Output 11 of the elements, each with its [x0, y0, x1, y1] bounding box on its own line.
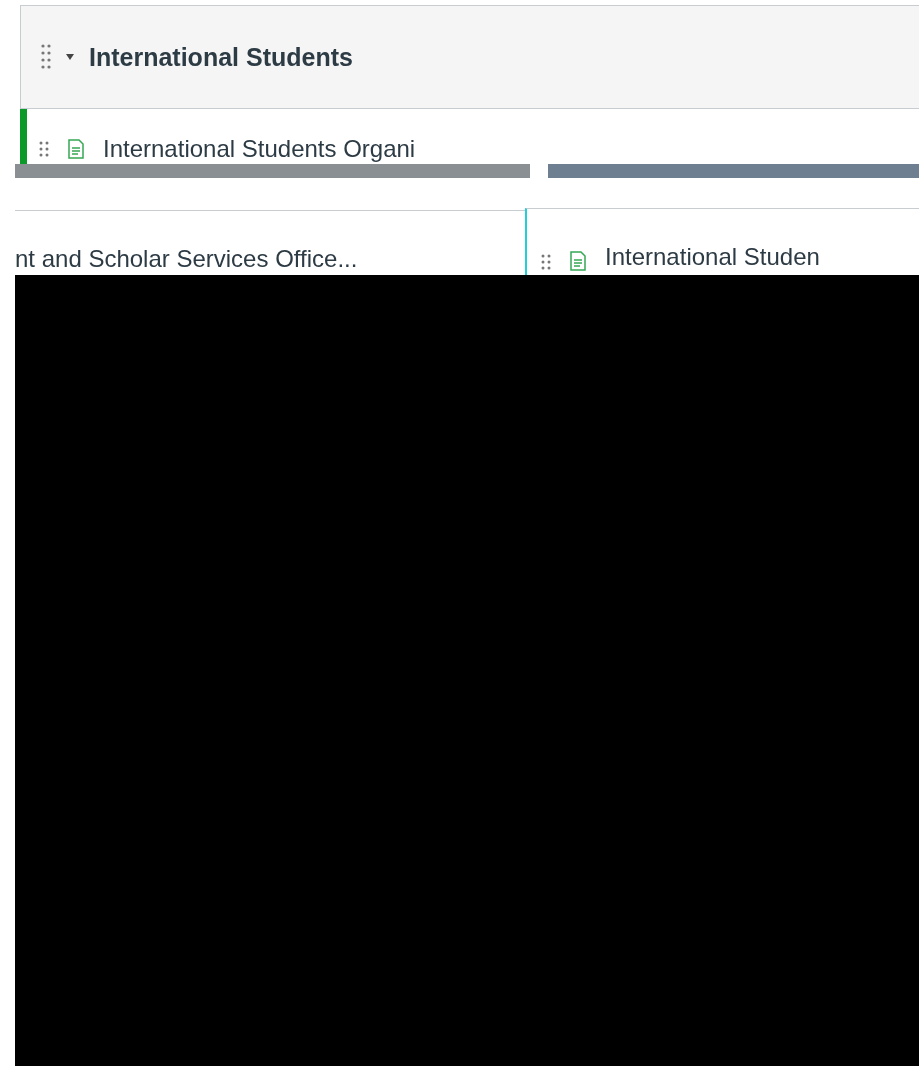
drag-handle-icon[interactable]	[41, 43, 51, 71]
module-title: International Students	[89, 42, 353, 72]
drag-handle-icon[interactable]	[541, 253, 551, 271]
item-title[interactable]: nt and Scholar Services Office...	[15, 245, 358, 275]
item-title[interactable]: International Studen	[605, 243, 820, 271]
page-icon	[569, 251, 587, 271]
page-icon	[67, 139, 85, 159]
module-header[interactable]: International Students	[20, 5, 919, 109]
caret-icon[interactable]	[65, 53, 75, 61]
item-title[interactable]: International Students Organi	[103, 135, 416, 163]
drag-handle-icon[interactable]	[39, 140, 49, 158]
